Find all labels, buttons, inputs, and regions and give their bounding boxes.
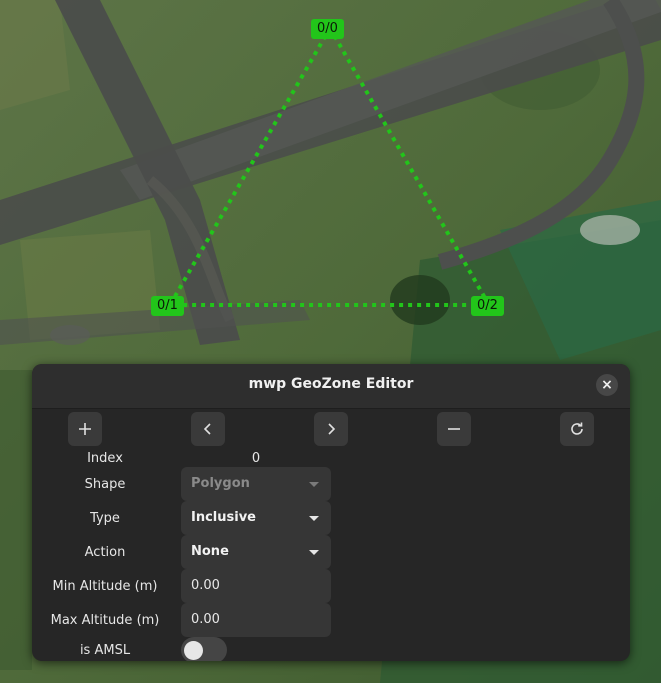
chevron-down-icon (309, 482, 319, 487)
remove-button[interactable] (437, 412, 471, 446)
refresh-button[interactable] (560, 412, 594, 446)
vertex-marker[interactable]: 0/2 (471, 296, 504, 316)
type-label: Type (90, 511, 120, 526)
chevron-down-icon (309, 516, 319, 521)
chevron-left-icon (203, 423, 211, 435)
action-dropdown[interactable]: None (181, 535, 331, 569)
dialog-title: mwp GeoZone Editor (248, 376, 414, 392)
chevron-down-icon (309, 550, 319, 555)
max-altitude-value: 0.00 (191, 612, 220, 627)
amsl-label: is AMSL (79, 643, 131, 658)
min-altitude-value: 0.00 (191, 578, 220, 593)
minus-icon (448, 428, 460, 430)
next-button[interactable] (314, 412, 348, 446)
plus-icon (79, 423, 91, 435)
shape-dropdown[interactable]: Polygon (181, 467, 331, 501)
toggle-knob (184, 641, 203, 660)
add-button[interactable] (68, 412, 102, 446)
refresh-icon (571, 422, 583, 435)
max-altitude-field[interactable]: 0.00 (181, 603, 331, 637)
vertex-marker[interactable]: 0/1 (151, 296, 184, 316)
min-altitude-label: Min Altitude (m) (52, 579, 158, 594)
action-label: Action (84, 545, 126, 560)
amsl-toggle[interactable] (181, 637, 227, 661)
close-button[interactable]: × (596, 374, 618, 396)
shape-value: Polygon (191, 476, 250, 491)
type-value: Inclusive (191, 510, 256, 525)
shape-label: Shape (84, 477, 126, 492)
index-value: 0 (251, 451, 261, 466)
previous-button[interactable] (191, 412, 225, 446)
geozone-editor-dialog: mwp GeoZone Editor × Index 0 Shape Polyg… (32, 364, 630, 661)
index-label: Index (87, 451, 123, 466)
min-altitude-field[interactable]: 0.00 (181, 569, 331, 603)
chevron-right-icon (328, 423, 336, 435)
type-dropdown[interactable]: Inclusive (181, 501, 331, 535)
max-altitude-label: Max Altitude (m) (50, 613, 160, 628)
title-bar: mwp GeoZone Editor × (32, 364, 630, 409)
vertex-marker[interactable]: 0/0 (311, 19, 344, 39)
action-value: None (191, 544, 229, 559)
